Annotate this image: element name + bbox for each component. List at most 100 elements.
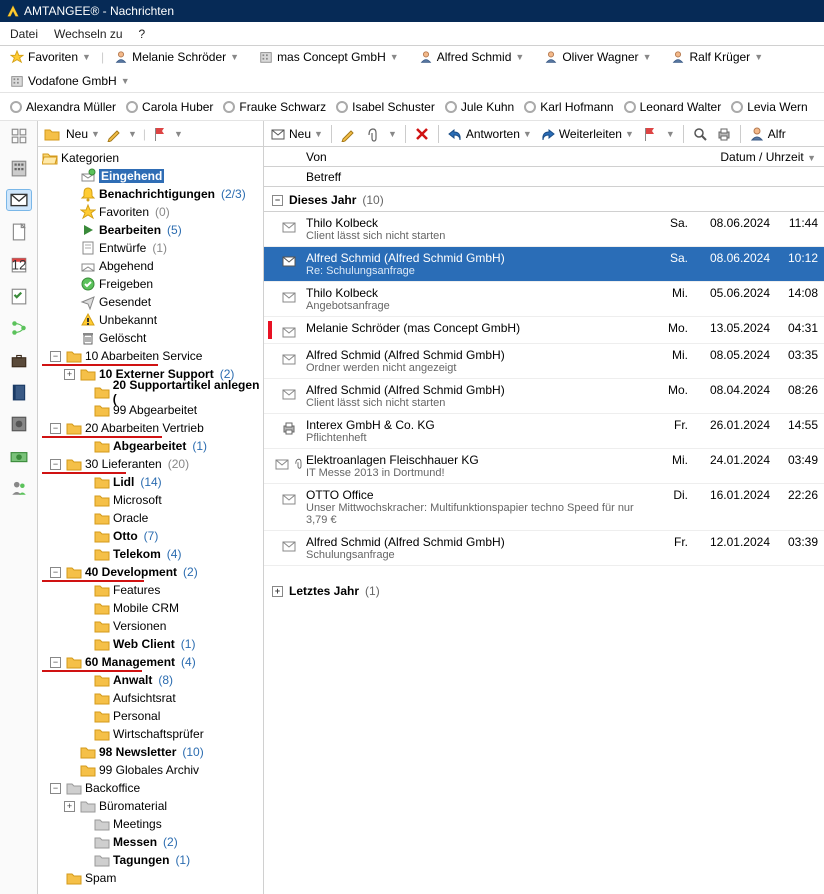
mod-book[interactable]: [6, 381, 32, 403]
tree-node[interactable]: Telekom(4): [42, 545, 263, 563]
tree-node[interactable]: Gelöscht: [42, 329, 263, 347]
expand-icon[interactable]: +: [272, 586, 283, 597]
tree-node[interactable]: −30 Lieferanten(20): [42, 455, 263, 473]
tree-node[interactable]: Otto(7): [42, 527, 263, 545]
favorite-item[interactable]: mas Concept GmbH▼: [259, 50, 399, 64]
message-row[interactable]: OTTO OfficeUnser Mittwochskracher: Multi…: [264, 484, 824, 531]
tree-node[interactable]: +Büromaterial: [42, 797, 263, 815]
tree-node[interactable]: −20 Abarbeiten Vertrieb: [42, 419, 263, 437]
tree-node[interactable]: Mobile CRM: [42, 599, 263, 617]
print-icon[interactable]: [716, 126, 732, 142]
contact-item[interactable]: Isabel Schuster: [336, 100, 435, 114]
tree-node[interactable]: Wirtschaftsprüfer: [42, 725, 263, 743]
mod-people[interactable]: [6, 477, 32, 499]
message-row[interactable]: Alfred Schmid (Alfred Schmid GmbH)Client…: [264, 379, 824, 414]
mod-building[interactable]: [6, 157, 32, 179]
expand-toggle[interactable]: −: [50, 567, 61, 578]
tree-node[interactable]: Eingehend: [42, 167, 263, 185]
message-row[interactable]: Elektroanlagen Fleischhauer KGIT Messe 2…: [264, 449, 824, 484]
tree-node[interactable]: −Backoffice: [42, 779, 263, 797]
tree-node[interactable]: Anwalt(8): [42, 671, 263, 689]
contact-item[interactable]: Levia Wern: [731, 100, 807, 114]
search-icon[interactable]: [692, 126, 708, 142]
menu-help[interactable]: ?: [139, 27, 146, 41]
mod-grid[interactable]: [6, 125, 32, 147]
favorite-item[interactable]: Alfred Schmid▼: [419, 50, 525, 64]
tree-node[interactable]: Tagungen(1): [42, 851, 263, 869]
message-row[interactable]: Alfred Schmid (Alfred Schmid GmbH)Schulu…: [264, 531, 824, 566]
tree-new-button[interactable]: Neu ▼: [66, 127, 100, 141]
expand-toggle[interactable]: +: [64, 801, 75, 812]
tree-node[interactable]: Features: [42, 581, 263, 599]
tree-node[interactable]: Meetings: [42, 815, 263, 833]
tree-root[interactable]: Kategorien: [42, 149, 263, 167]
tree-node[interactable]: 98 Newsletter(10): [42, 743, 263, 761]
tree-node[interactable]: 99 Abgearbeitet: [42, 401, 263, 419]
tree-node[interactable]: −60 Management(4): [42, 653, 263, 671]
tree-node[interactable]: Bearbeiten(5): [42, 221, 263, 239]
expand-toggle[interactable]: −: [50, 657, 61, 668]
contact-quick[interactable]: Alfr: [749, 126, 786, 142]
tree-node[interactable]: Lidl(14): [42, 473, 263, 491]
mod-safe[interactable]: [6, 413, 32, 435]
message-row[interactable]: Thilo KolbeckClient lässt sich nicht sta…: [264, 212, 824, 247]
contact-item[interactable]: Carola Huber: [126, 100, 213, 114]
message-row[interactable]: Alfred Schmid (Alfred Schmid GmbH)Ordner…: [264, 344, 824, 379]
message-row[interactable]: Interex GmbH & Co. KGPflichtenheft Fr.26…: [264, 414, 824, 449]
mod-case[interactable]: [6, 349, 32, 371]
col-subject[interactable]: Betreff: [264, 167, 824, 187]
flag-icon[interactable]: [152, 126, 168, 142]
edit-icon[interactable]: [340, 126, 356, 142]
tree-node[interactable]: Versionen: [42, 617, 263, 635]
tree-node[interactable]: Microsoft: [42, 491, 263, 509]
tree-node[interactable]: Personal: [42, 707, 263, 725]
favorites-button[interactable]: Favoriten▼: [10, 50, 91, 64]
tree-node[interactable]: −10 Abarbeiten Service: [42, 347, 263, 365]
list-new-button[interactable]: Neu ▼: [270, 126, 323, 142]
mod-mail[interactable]: [6, 189, 32, 211]
tree-node[interactable]: −40 Development(2): [42, 563, 263, 581]
reply-button[interactable]: Antworten ▼: [447, 126, 532, 142]
flag-icon[interactable]: [642, 126, 658, 142]
favorite-item[interactable]: Melanie Schröder▼: [114, 50, 239, 64]
tree-node[interactable]: 99 Globales Archiv: [42, 761, 263, 779]
message-row[interactable]: Alfred Schmid (Alfred Schmid GmbH)Re: Sc…: [264, 247, 824, 282]
tree-node[interactable]: Abgehend: [42, 257, 263, 275]
tree-node[interactable]: Aufsichtsrat: [42, 689, 263, 707]
favorite-item[interactable]: Vodafone GmbH▼: [10, 74, 130, 88]
contact-item[interactable]: Jule Kuhn: [445, 100, 514, 114]
tree-node[interactable]: Entwürfe(1): [42, 239, 263, 257]
tree-node[interactable]: Abgearbeitet(1): [42, 437, 263, 455]
message-group[interactable]: − Dieses Jahr (10): [264, 187, 824, 212]
tree-node[interactable]: Favoriten(0): [42, 203, 263, 221]
delete-icon[interactable]: [414, 126, 430, 142]
expand-toggle[interactable]: −: [50, 459, 61, 470]
contact-item[interactable]: Frauke Schwarz: [223, 100, 326, 114]
favorite-item[interactable]: Ralf Krüger▼: [671, 50, 763, 64]
tree-node[interactable]: Messen(2): [42, 833, 263, 851]
menu-datei[interactable]: Datei: [10, 27, 38, 41]
mod-doc[interactable]: [6, 221, 32, 243]
expand-toggle[interactable]: −: [50, 423, 61, 434]
message-row[interactable]: Thilo KolbeckAngebotsanfrage Mi.05.06.20…: [264, 282, 824, 317]
tree-node[interactable]: Freigeben: [42, 275, 263, 293]
tree-node[interactable]: Unbekannt: [42, 311, 263, 329]
mod-tasks[interactable]: [6, 285, 32, 307]
tree-node[interactable]: Web Client(1): [42, 635, 263, 653]
contact-item[interactable]: Leonard Walter: [624, 100, 722, 114]
expand-toggle[interactable]: −: [50, 351, 61, 362]
attach-icon[interactable]: [364, 126, 380, 142]
expand-toggle[interactable]: −: [50, 783, 61, 794]
menu-wechseln[interactable]: Wechseln zu: [54, 27, 122, 41]
tree-node[interactable]: 20 Supportartikel anlegen (: [42, 383, 263, 401]
collapse-icon[interactable]: −: [272, 195, 283, 206]
message-group[interactable]: + Letztes Jahr (1): [264, 578, 824, 602]
mod-calendar[interactable]: [6, 253, 32, 275]
expand-toggle[interactable]: +: [64, 369, 75, 380]
tree-node[interactable]: Spam: [42, 869, 263, 887]
tree-node[interactable]: Gesendet: [42, 293, 263, 311]
pencil-icon[interactable]: [106, 126, 122, 142]
contact-item[interactable]: Alexandra Müller: [10, 100, 116, 114]
col-from[interactable]: Von: [304, 150, 704, 164]
tree-node[interactable]: Oracle: [42, 509, 263, 527]
